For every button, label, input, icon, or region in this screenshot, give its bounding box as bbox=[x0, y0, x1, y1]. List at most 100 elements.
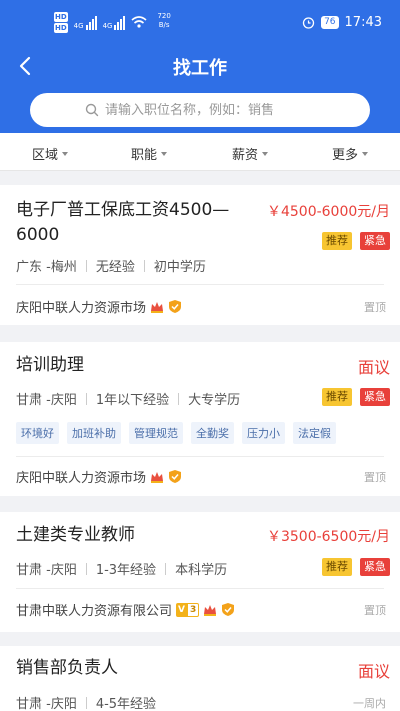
filter-salary[interactable]: 薪资 bbox=[232, 144, 269, 163]
filter-more-label: 更多 bbox=[332, 148, 359, 163]
search-input[interactable] bbox=[105, 102, 315, 118]
pinned-label: 置顶 bbox=[364, 604, 386, 617]
top-bar: HD HD 4G 4G 720 B/s 76 17:43 找工作 请输入职位名称… bbox=[0, 0, 400, 133]
recommend-badge: 推荐 bbox=[322, 558, 352, 576]
company-name: 庆阳中联人力资源市场 bbox=[16, 471, 147, 486]
benefit-tag: 环境好 bbox=[16, 422, 59, 444]
job-salary: 面议 bbox=[357, 358, 390, 377]
caret-down-icon bbox=[62, 151, 69, 156]
wifi-icon bbox=[131, 16, 147, 28]
job-location: 甘肃 -庆阳 bbox=[16, 563, 77, 578]
urgent-badge: 紧急 bbox=[360, 558, 390, 576]
job-location: 甘肃 -庆阳 bbox=[16, 697, 77, 711]
status-right: 76 17:43 bbox=[302, 15, 382, 30]
job-salary: ￥3500-6500元/月 bbox=[266, 529, 390, 545]
recommend-badge: 推荐 bbox=[322, 232, 352, 250]
job-card[interactable]: 培训助理 面议 推荐 紧急 甘肃 -庆阳 1年以下经验 大专学历 环境好 加班补… bbox=[0, 342, 400, 496]
hd-indicator: HD HD bbox=[54, 12, 68, 34]
filter-region[interactable]: 区域 bbox=[32, 144, 69, 163]
filter-more[interactable]: 更多 bbox=[332, 144, 369, 163]
benefit-tag: 法定假 bbox=[293, 422, 336, 444]
company-name: 庆阳中联人力资源市场 bbox=[16, 301, 147, 316]
nav-bar: 找工作 bbox=[0, 46, 400, 86]
signal-icon: 4G bbox=[74, 12, 97, 30]
benefit-tag: 全勤奖 bbox=[191, 422, 234, 444]
crown-icon bbox=[151, 471, 164, 483]
alarm-icon bbox=[302, 17, 315, 29]
filter-function-label: 职能 bbox=[131, 148, 158, 163]
network-type-1: 4G bbox=[73, 22, 84, 30]
filter-bar: 区域 职能 薪资 更多 bbox=[0, 133, 400, 171]
job-title-line-1: 电子厂普工保底工资4500— bbox=[16, 200, 230, 220]
card-divider bbox=[16, 284, 384, 285]
hd-badge-2: HD bbox=[54, 23, 68, 33]
meta-divider bbox=[165, 562, 167, 575]
clock: 17:43 bbox=[344, 15, 382, 30]
job-location: 广东 -梅州 bbox=[16, 260, 77, 275]
page-title: 找工作 bbox=[173, 58, 227, 79]
vip-letter: V bbox=[176, 602, 187, 617]
filter-region-label: 区域 bbox=[32, 148, 59, 163]
job-tags: 推荐 紧急 bbox=[322, 232, 390, 250]
job-experience: 1年以下经验 bbox=[95, 393, 170, 408]
job-experience: 4-5年经验 bbox=[95, 697, 157, 711]
card-divider bbox=[16, 456, 384, 457]
urgent-badge: 紧急 bbox=[360, 232, 390, 250]
pinned-label: 置顶 bbox=[364, 301, 386, 314]
hd-badge-1: HD bbox=[54, 12, 68, 22]
job-title: 销售部负责人 bbox=[16, 658, 118, 678]
benefit-tag: 加班补助 bbox=[67, 422, 121, 444]
filter-function[interactable]: 职能 bbox=[131, 144, 168, 163]
benefit-tags: 环境好 加班补助 管理规范 全勤奖 压力小 法定假 bbox=[16, 422, 336, 444]
job-card[interactable]: 电子厂普工保底工资4500— 6000 ￥4500-6000元/月 推荐 紧急 … bbox=[0, 185, 400, 325]
signal-icon-2: 4G bbox=[103, 12, 126, 30]
recommend-badge: 推荐 bbox=[322, 388, 352, 406]
job-tags: 推荐 紧急 bbox=[322, 388, 390, 406]
caret-down-icon bbox=[362, 151, 369, 156]
job-title: 电子厂普工保底工资4500— 6000 bbox=[16, 198, 229, 248]
network-speed-unit: B/s bbox=[158, 21, 170, 29]
company-row[interactable]: 庆阳中联人力资源市场 bbox=[16, 467, 182, 486]
job-title-line-2: 6000 bbox=[16, 225, 60, 245]
network-speed: 720 B/s bbox=[157, 12, 170, 30]
job-meta: 广东 -梅州 无经验 初中学历 bbox=[16, 256, 206, 275]
meta-divider bbox=[178, 392, 180, 405]
company-row[interactable]: 甘肃中联人力资源有限公司 V 3 bbox=[16, 600, 235, 619]
pinned-label: 置顶 bbox=[364, 471, 386, 484]
job-education: 大专学历 bbox=[188, 393, 241, 408]
verified-shield-icon bbox=[169, 300, 182, 313]
meta-divider bbox=[143, 259, 145, 272]
job-salary: ￥4500-6000元/月 bbox=[266, 204, 390, 220]
job-title: 培训助理 bbox=[16, 355, 84, 375]
caret-down-icon bbox=[262, 151, 269, 156]
job-meta: 甘肃 -庆阳 1-3年经验 本科学历 bbox=[16, 559, 227, 578]
verified-shield-icon bbox=[222, 603, 235, 616]
search-bar[interactable] bbox=[30, 93, 370, 127]
status-bar: HD HD 4G 4G 720 B/s 76 17:43 bbox=[0, 0, 400, 44]
battery-icon: 76 bbox=[321, 16, 339, 29]
meta-divider bbox=[85, 392, 87, 405]
meta-divider bbox=[85, 259, 87, 272]
job-card[interactable]: 销售部负责人 面议 甘肃 -庆阳 4-5年经验 一周内 bbox=[0, 646, 400, 711]
job-experience: 1-3年经验 bbox=[95, 563, 157, 578]
job-tags: 推荐 紧急 bbox=[322, 558, 390, 576]
company-row[interactable]: 庆阳中联人力资源市场 bbox=[16, 297, 182, 316]
crown-icon bbox=[151, 301, 164, 313]
job-salary: 面议 bbox=[357, 662, 390, 681]
job-education: 本科学历 bbox=[175, 563, 228, 578]
vip-level-badge: V 3 bbox=[176, 602, 200, 617]
job-card[interactable]: 土建类专业教师 ￥3500-6500元/月 推荐 紧急 甘肃 -庆阳 1-3年经… bbox=[0, 512, 400, 632]
verified-shield-icon bbox=[169, 470, 182, 483]
posted-time: 一周内 bbox=[353, 697, 386, 710]
company-name: 甘肃中联人力资源有限公司 bbox=[16, 604, 173, 619]
job-location: 甘肃 -庆阳 bbox=[16, 393, 77, 408]
job-education: 初中学历 bbox=[153, 260, 206, 275]
urgent-badge: 紧急 bbox=[360, 388, 390, 406]
network-speed-value: 720 bbox=[157, 12, 171, 20]
benefit-tag: 压力小 bbox=[242, 422, 285, 444]
caret-down-icon bbox=[161, 151, 168, 156]
network-type-2: 4G bbox=[102, 22, 113, 30]
crown-icon bbox=[204, 604, 217, 616]
meta-divider bbox=[85, 562, 87, 575]
job-title: 土建类专业教师 bbox=[16, 525, 135, 545]
